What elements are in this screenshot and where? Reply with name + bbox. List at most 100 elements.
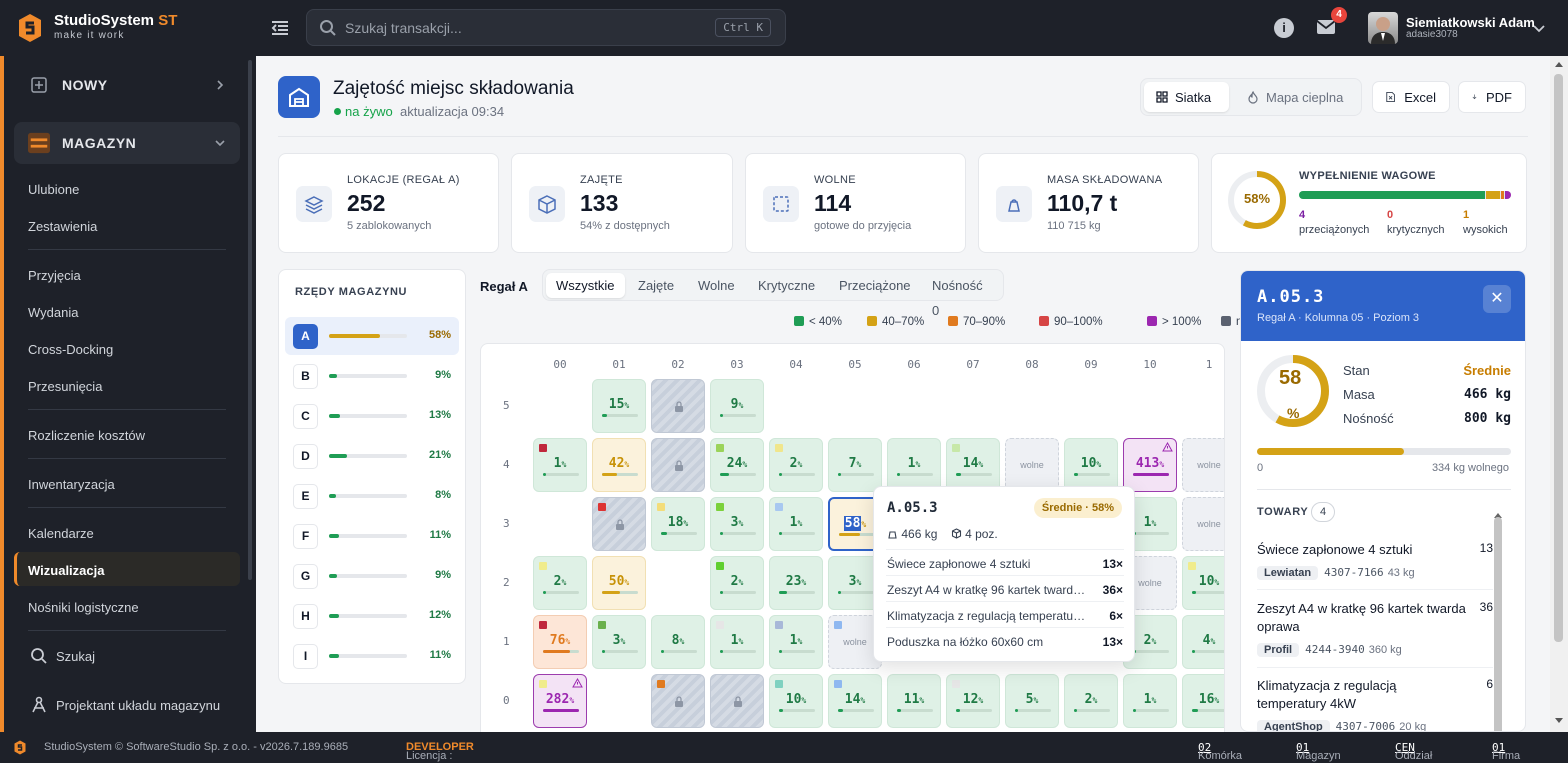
scroll-up-icon[interactable]	[1554, 60, 1564, 68]
sidebar-section-magazyn[interactable]: MAGAZYN	[14, 122, 240, 164]
footer-oddzial[interactable]: Oddział : CEN	[1395, 741, 1432, 763]
location-cell[interactable]: 1%	[1123, 674, 1177, 728]
location-cell[interactable]	[710, 674, 764, 728]
location-cell[interactable]	[651, 674, 705, 728]
filter-nosnosc-0[interactable]: Nośność 0	[922, 273, 1003, 318]
filter-zajete[interactable]: Zajęte	[628, 273, 684, 298]
location-cell[interactable]: 2%	[710, 556, 764, 610]
scrollbar-thumb[interactable]	[1554, 74, 1563, 642]
location-cell[interactable]: 1%	[887, 438, 941, 492]
footer-firma[interactable]: Firma : 01	[1492, 741, 1520, 763]
location-cell[interactable]: 3%	[710, 497, 764, 551]
location-cell[interactable]: 1%	[769, 615, 823, 669]
view-grid-button[interactable]: Siatka	[1144, 82, 1229, 112]
menu-collapse-icon[interactable]	[270, 18, 290, 38]
location-cell[interactable]: 3%	[592, 615, 646, 669]
chevron-down-icon[interactable]	[1532, 21, 1546, 35]
row-item-h[interactable]: H 12%	[285, 597, 459, 635]
location-cell[interactable]: 2%	[1064, 674, 1118, 728]
location-cell[interactable]: 8%	[651, 615, 705, 669]
view-heatmap-button[interactable]: Mapa cieplna	[1235, 82, 1359, 112]
location-cell[interactable]: 42%	[592, 438, 646, 492]
row-item-d[interactable]: D 21%	[285, 437, 459, 475]
scrollbar-thumb[interactable]	[1494, 517, 1502, 731]
filter-krytyczne[interactable]: Krytyczne	[748, 273, 825, 298]
location-cell[interactable]	[651, 379, 705, 433]
location-cell[interactable]: 10%	[769, 674, 823, 728]
location-cell[interactable]: 2%	[533, 556, 587, 610]
sidebar-item-wydania[interactable]: Wydania	[28, 305, 78, 320]
sidebar-item-ulubione[interactable]: Ulubione	[28, 182, 79, 197]
filter-wolne[interactable]: Wolne	[688, 273, 745, 298]
location-cell[interactable]: 23%	[769, 556, 823, 610]
sidebar-item-nosniki[interactable]: Nośniki logistyczne	[28, 600, 139, 615]
location-cell[interactable]: 1%	[769, 497, 823, 551]
row-item-i[interactable]: I 11%	[285, 637, 459, 675]
location-cell[interactable]: 10%	[1182, 556, 1224, 610]
location-cell[interactable]: 1%	[533, 438, 587, 492]
location-cell[interactable]: wolne	[1005, 438, 1059, 492]
user-name[interactable]: Siemiatkowski Adam	[1406, 15, 1535, 30]
location-cell[interactable]: 15%	[592, 379, 646, 433]
location-cell[interactable]: 18%	[651, 497, 705, 551]
location-cell[interactable]	[651, 438, 705, 492]
location-cell[interactable]: 14%	[828, 674, 882, 728]
page-scrollbar[interactable]	[1550, 56, 1568, 732]
location-cell[interactable]: 16%	[1182, 674, 1224, 728]
filter-wszystkie[interactable]: Wszystkie	[546, 273, 625, 298]
location-cell[interactable]: 14%	[946, 438, 1000, 492]
search-input[interactable]	[345, 18, 705, 38]
location-cell[interactable]: 7%	[828, 438, 882, 492]
location-cell[interactable]: 5%	[1005, 674, 1059, 728]
location-cell[interactable]: 4%	[1182, 615, 1224, 669]
location-cell[interactable]: 2%	[769, 438, 823, 492]
sidebar-item-szukaj[interactable]: Szukaj	[56, 649, 95, 664]
location-cell[interactable]: 24%	[710, 438, 764, 492]
location-cell[interactable]: 282%	[533, 674, 587, 728]
avatar[interactable]	[1368, 12, 1398, 44]
location-cell[interactable]: 1%	[710, 615, 764, 669]
location-cell[interactable]: 50%	[592, 556, 646, 610]
filter-przeciazone[interactable]: Przeciążone	[829, 273, 921, 298]
cell-percent: 24%	[726, 456, 748, 471]
row-item-c[interactable]: C 13%	[285, 397, 459, 435]
close-icon[interactable]: ✕	[1483, 285, 1511, 313]
sidebar-item-inwentaryzacja[interactable]: Inwentaryzacja	[28, 477, 115, 492]
export-pdf-button[interactable]: PDF	[1458, 81, 1526, 113]
sidebar-item-projektant[interactable]: Projektant układu magazynu	[56, 698, 220, 713]
row-item-f[interactable]: F 11%	[285, 517, 459, 555]
sidebar-item-przyjecia[interactable]: Przyjęcia	[28, 268, 81, 283]
location-cell[interactable]: 11%	[887, 674, 941, 728]
row-item-b[interactable]: B 9%	[285, 357, 459, 395]
sidebar-section-nowy[interactable]: NOWY	[14, 64, 240, 106]
location-cell[interactable]: 413%	[1123, 438, 1177, 492]
row-item-g[interactable]: G 9%	[285, 557, 459, 595]
list-item[interactable]: Klimatyzacja z regulacją temperatury 4kW…	[1257, 677, 1493, 731]
info-icon[interactable]: i	[1274, 18, 1294, 38]
sidebar-scrollbar[interactable]	[248, 60, 252, 580]
sidebar-item-rozliczenie-kosztow[interactable]: Rozliczenie kosztów	[28, 428, 145, 443]
row-item-a[interactable]: A 58%	[285, 317, 459, 355]
sidebar-item-zestawienia[interactable]: Zestawienia	[28, 219, 97, 234]
footer-magazyn[interactable]: Magazyn : 01	[1296, 741, 1341, 763]
mail-icon[interactable]	[1316, 19, 1336, 35]
location-cell[interactable]: 76%	[533, 615, 587, 669]
detail-scrollbar[interactable]	[1493, 507, 1503, 731]
footer-komorka[interactable]: Komórka : 02	[1198, 741, 1242, 763]
location-cell[interactable]: 12%	[946, 674, 1000, 728]
studiosystem-logo-icon[interactable]	[18, 13, 42, 43]
row-item-e[interactable]: E 8%	[285, 477, 459, 515]
sidebar-item-przesuniecia[interactable]: Przesunięcia	[28, 379, 102, 394]
list-item[interactable]: Zeszyt A4 w kratkę 96 kartek twarda opra…	[1257, 600, 1493, 657]
location-cell[interactable]: 9%	[710, 379, 764, 433]
export-excel-button[interactable]: Excel	[1372, 81, 1450, 113]
location-cell[interactable]: wolne	[1182, 497, 1224, 551]
sidebar-item-wizualizacja[interactable]: Wizualizacja	[28, 563, 104, 578]
location-cell[interactable]: 10%	[1064, 438, 1118, 492]
location-cell[interactable]	[592, 497, 646, 551]
list-item[interactable]: Świece zapłonowe 4 sztuki 13 Lewiatan 4307…	[1257, 541, 1493, 580]
scroll-down-icon[interactable]	[1554, 717, 1564, 725]
sidebar-item-cross-docking[interactable]: Cross-Docking	[28, 342, 113, 357]
location-cell[interactable]: wolne	[1182, 438, 1224, 492]
sidebar-item-kalendarze[interactable]: Kalendarze	[28, 526, 94, 541]
